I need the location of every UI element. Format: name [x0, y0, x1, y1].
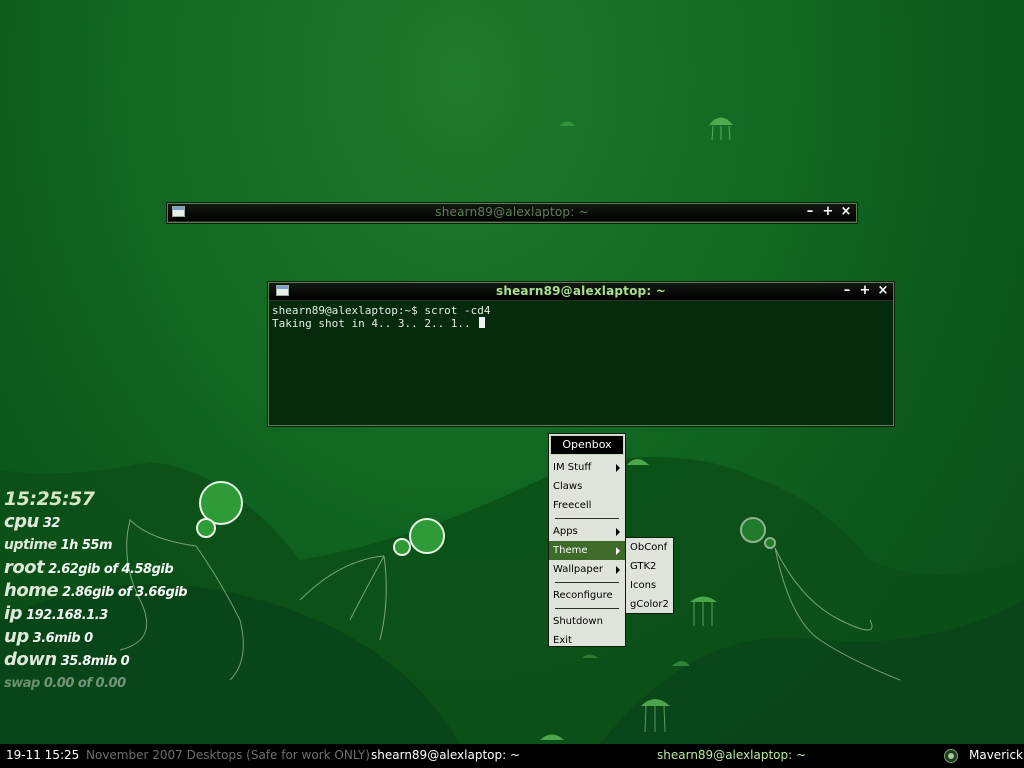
desktop-name[interactable]: November 2007 Desktops (Safe for work ON… [86, 748, 370, 762]
menu-item-wallpaper[interactable]: Wallpaper [549, 560, 625, 579]
shaded-terminal-window[interactable]: shearn89@alexlaptop: ~ – + × [167, 203, 857, 223]
window-title: shearn89@alexlaptop: ~ [496, 284, 666, 298]
submenu-arrow-icon [616, 464, 620, 472]
menu-item-reconfigure[interactable]: Reconfigure [549, 586, 625, 605]
menu-item-obconf[interactable]: ObConf [626, 538, 673, 557]
terminal-line: shearn89@alexlaptop:~$ scrot -cd4 [272, 304, 491, 317]
theme-submenu[interactable]: ObConf GTK2 Icons gColor2 [625, 537, 674, 614]
close-button[interactable]: × [877, 283, 889, 300]
menu-separator [555, 608, 619, 609]
conky-swap: swap 0.00 of 0.00 [4, 676, 126, 691]
menu-separator [555, 582, 619, 583]
submenu-arrow-icon [616, 528, 620, 536]
window-title: shearn89@alexlaptop: ~ [435, 205, 589, 219]
menu-item-gtk2[interactable]: GTK2 [626, 557, 673, 576]
tray-label: Maverick [969, 748, 1024, 762]
menu-item-freecell[interactable]: Freecell [549, 496, 625, 515]
menu-item-shutdown[interactable]: Shutdown [549, 612, 625, 631]
terminal-line: Taking shot in 4.. 3.. 2.. 1.. [272, 317, 890, 330]
shaded-terminal-titlebar[interactable]: shearn89@alexlaptop: ~ – + × [168, 204, 856, 222]
minimize-button[interactable]: – [804, 204, 816, 221]
taskbar-task-terminal[interactable]: shearn89@alexlaptop: ~ [657, 748, 806, 762]
menu-item-theme[interactable]: Theme [549, 541, 625, 560]
conky-cpu: cpu 32 [4, 511, 60, 532]
taskbar-clock[interactable]: 19-11 15:25 [6, 748, 79, 762]
menu-title: Openbox [550, 435, 624, 455]
terminal-titlebar[interactable]: shearn89@alexlaptop: ~ – + × [269, 283, 893, 301]
conky-down: down 35.8mib 0 [4, 649, 130, 670]
taskbar-task-shaded-terminal[interactable]: shearn89@alexlaptop: ~ [371, 748, 520, 762]
conky-up: up 3.6mib 0 [4, 626, 93, 647]
minimize-button[interactable]: – [841, 283, 853, 300]
text-cursor [479, 317, 486, 328]
menu-item-claws[interactable]: Claws [549, 477, 625, 496]
close-button[interactable]: × [840, 204, 852, 221]
maximize-button[interactable]: + [859, 283, 871, 300]
submenu-arrow-icon [616, 547, 620, 555]
menu-separator [555, 518, 619, 519]
conky-clock: 15:25:57 [4, 488, 95, 510]
conky-uptime: uptime 1h 55m [4, 537, 113, 553]
terminal-output[interactable]: shearn89@alexlaptop:~$ scrot -cd4 Taking… [269, 301, 893, 425]
menu-item-im-stuff[interactable]: IM Stuff [549, 458, 625, 477]
desktop-wallpaper: 15:25:57 cpu 32 uptime 1h 55m root 2.62gib … [0, 0, 1024, 744]
conky-home: home 2.86gib of 3.66gib [4, 580, 188, 601]
menu-item-icons[interactable]: Icons [626, 576, 673, 595]
conky-ip: ip 192.168.1.3 [4, 603, 108, 624]
menu-item-gcolor2[interactable]: gColor2 [626, 595, 673, 614]
maximize-button[interactable]: + [822, 204, 834, 221]
menu-item-exit[interactable]: Exit [549, 631, 625, 650]
terminal-window[interactable]: shearn89@alexlaptop: ~ – + × shearn89@al… [268, 282, 894, 426]
submenu-arrow-icon [616, 566, 620, 574]
conky-root: root 2.62gib of 4.58gib [4, 557, 174, 578]
conky-system-monitor: 15:25:57 cpu 32 uptime 1h 55m root 2.62gib … [4, 488, 188, 691]
openbox-root-menu[interactable]: Openbox IM Stuff Claws Freecell Apps The… [548, 433, 626, 647]
taskbar: 19-11 15:25 November 2007 Desktops (Safe… [0, 744, 1024, 768]
menu-item-apps[interactable]: Apps [549, 522, 625, 541]
system-tray-icon[interactable] [944, 749, 958, 763]
